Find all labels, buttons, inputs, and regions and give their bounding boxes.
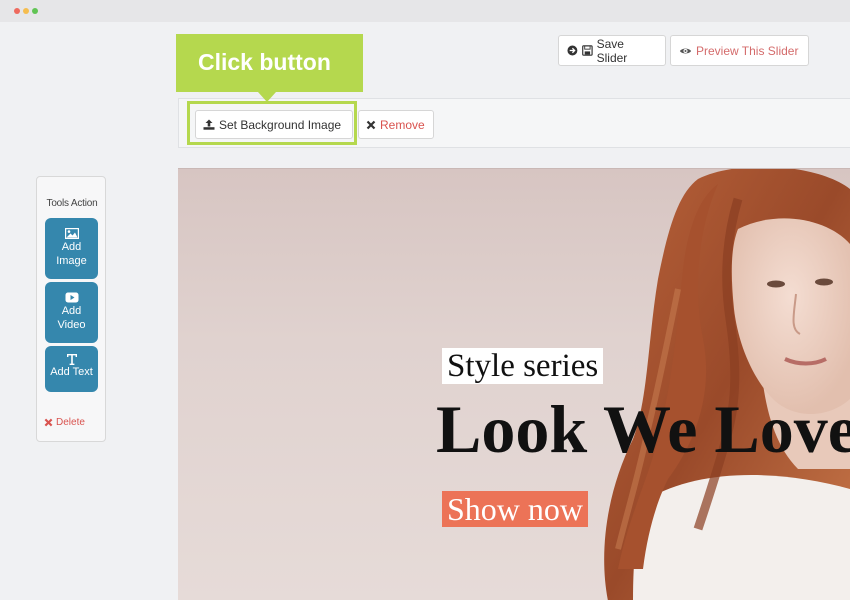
close-window-icon[interactable] <box>14 8 20 14</box>
delete-label: Delete <box>56 417 85 428</box>
add-video-line2: Video <box>57 319 86 331</box>
slide-canvas[interactable]: Style series Look We Love Show now <box>178 168 850 600</box>
eye-icon <box>679 48 692 53</box>
remove-background-button[interactable]: Remove <box>358 110 434 139</box>
tools-action-title: Tools Action <box>46 198 98 209</box>
slide-headline[interactable]: Look We Love <box>436 391 850 467</box>
add-image-line2: Image <box>56 255 87 267</box>
set-background-image-button[interactable]: Set Background Image <box>195 110 353 139</box>
slide-tag-text[interactable]: Style series <box>442 348 604 384</box>
delete-element-link[interactable]: Delete <box>44 417 85 428</box>
add-text-label: Add Text <box>50 366 93 378</box>
maximize-window-icon[interactable] <box>32 8 38 14</box>
add-image-line1: Add <box>61 241 82 253</box>
show-now-button[interactable]: Show now <box>442 491 589 527</box>
minimize-window-icon[interactable] <box>23 8 29 14</box>
click-button-callout: Click button <box>176 34 363 92</box>
delete-x-icon <box>44 418 53 427</box>
preview-slider-label: Preview This Slider <box>696 43 799 58</box>
close-x-icon <box>366 120 376 129</box>
add-image-button[interactable]: Add Image <box>45 218 98 279</box>
add-video-line1: Add <box>61 305 82 317</box>
add-video-button[interactable]: Add Video <box>45 282 98 343</box>
window-titlebar <box>0 0 850 22</box>
preview-slider-button[interactable]: Preview This Slider <box>670 35 809 66</box>
add-text-button[interactable]: Add Text <box>45 346 98 392</box>
video-play-icon <box>65 292 78 302</box>
tools-action-panel: Tools Action Add Image Add Video Add Tex… <box>36 176 106 442</box>
text-icon <box>66 353 77 365</box>
model-photo-illustration <box>604 169 850 600</box>
upload-icon <box>203 119 215 130</box>
set-background-image-label: Set Background Image <box>219 117 342 132</box>
remove-label: Remove <box>380 117 425 132</box>
save-slider-label: Save Slider <box>596 36 628 65</box>
floppy-disk-icon <box>581 45 593 56</box>
save-slider-button[interactable]: Save Slider <box>558 35 666 66</box>
image-icon <box>64 227 79 239</box>
arrow-circle-right-icon <box>567 45 578 56</box>
